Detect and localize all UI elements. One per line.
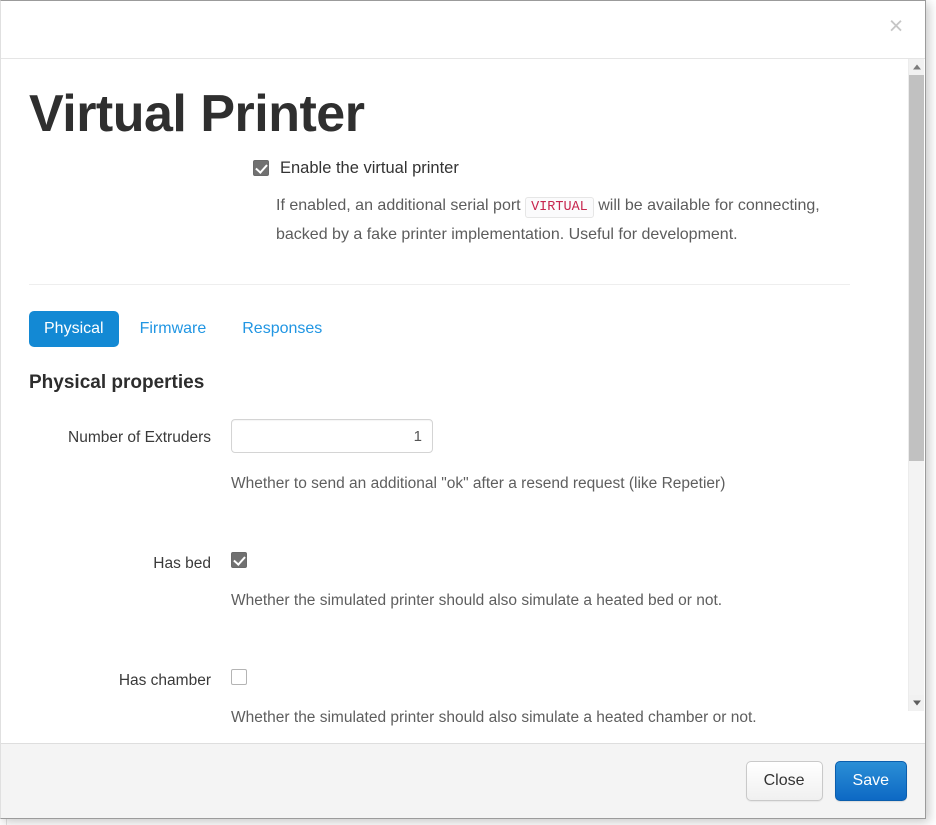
close-icon[interactable]: ×: [883, 13, 909, 39]
dialog-header: ×: [1, 1, 925, 59]
control-number-of-extruders: Whether to send an additional "ok" after…: [231, 419, 888, 495]
scrollbar-thumb[interactable]: [909, 75, 924, 461]
field-row-has-bed: Has bed Whether the simulated printer sh…: [1, 495, 888, 612]
scroll-up-arrow-icon[interactable]: [909, 59, 924, 75]
field-row-number-of-extruders: Number of Extruders Whether to send an a…: [1, 395, 888, 495]
enable-virtual-printer-row: Enable the virtual printer If enabled, a…: [1, 143, 888, 248]
section-heading-physical-properties: Physical properties: [29, 372, 205, 393]
has-bed-checkbox[interactable]: [231, 551, 247, 568]
enable-help-before: If enabled, an additional serial port: [276, 197, 521, 214]
dialog-footer: Close Save: [1, 743, 925, 818]
settings-tabs: Physical Firmware Responses: [1, 285, 888, 347]
enable-virtual-printer-help: If enabled, an additional serial port VI…: [1, 179, 888, 248]
has-chamber-checkbox[interactable]: [231, 668, 247, 685]
tab-physical[interactable]: Physical: [29, 311, 119, 347]
body-scrollbar[interactable]: [908, 59, 924, 711]
close-button[interactable]: Close: [745, 761, 823, 801]
enable-virtual-printer-checkbox[interactable]: [253, 160, 269, 176]
page-title: Virtual Printer: [29, 85, 365, 143]
enable-virtual-printer-control[interactable]: Enable the virtual printer: [1, 157, 888, 179]
control-has-chamber: Whether the simulated printer should als…: [231, 668, 888, 729]
tab-responses[interactable]: Responses: [227, 311, 337, 347]
label-has-chamber: Has chamber: [118, 672, 211, 689]
save-button[interactable]: Save: [834, 761, 907, 801]
help-has-chamber: Whether the simulated printer should als…: [231, 709, 757, 726]
virtual-printer-dialog: × Virtual Printer Enable the virtual pri…: [0, 0, 926, 819]
field-row-has-chamber: Has chamber Whether the simulated printe…: [1, 612, 888, 729]
number-of-extruders-input[interactable]: [231, 419, 433, 453]
scroll-down-arrow-icon[interactable]: [909, 695, 924, 711]
help-number-of-extruders: Whether to send an additional "ok" after…: [231, 475, 726, 492]
virtual-port-code: VIRTUAL: [525, 197, 594, 218]
dialog-body: Virtual Printer Enable the virtual print…: [1, 59, 925, 743]
help-has-bed: Whether the simulated printer should als…: [231, 592, 723, 609]
enable-virtual-printer-label: Enable the virtual printer: [280, 159, 459, 177]
label-has-bed: Has bed: [153, 555, 211, 572]
control-has-bed: Whether the simulated printer should als…: [231, 551, 888, 612]
label-number-of-extruders: Number of Extruders: [68, 429, 211, 446]
dialog-body-content: Virtual Printer Enable the virtual print…: [1, 59, 888, 743]
tab-firmware[interactable]: Firmware: [125, 311, 222, 347]
